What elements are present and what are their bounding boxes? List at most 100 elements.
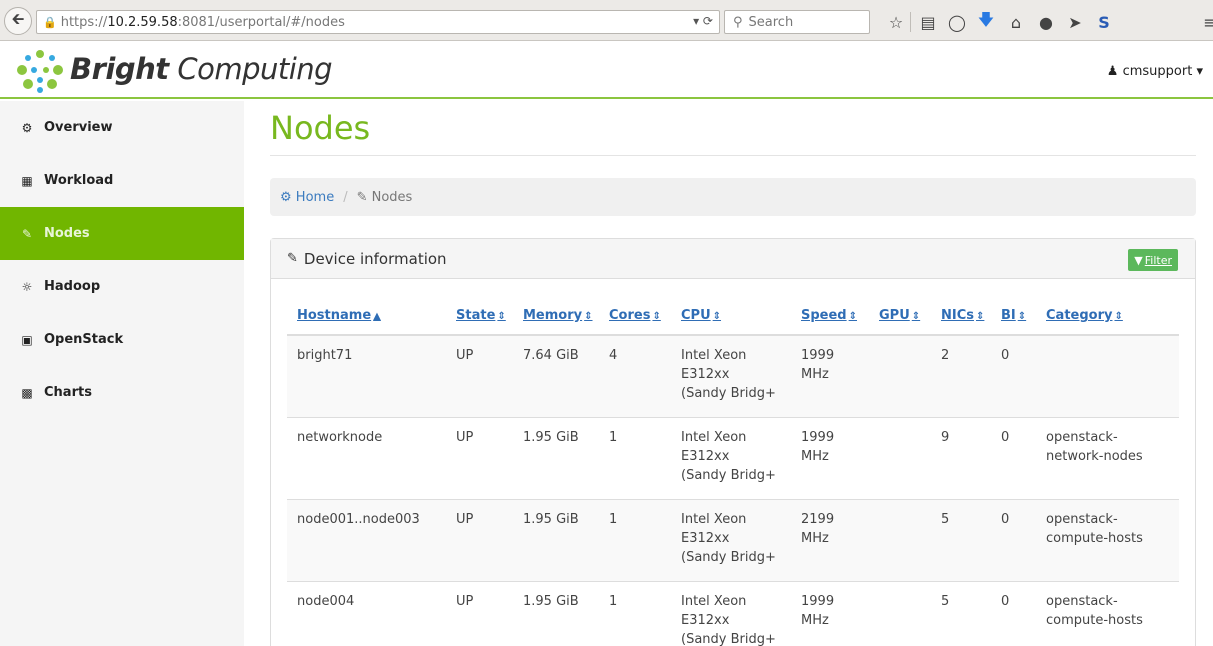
sort-icon: ⇕	[1114, 311, 1123, 322]
column-header-category[interactable]: Category ⇕	[1036, 297, 1179, 336]
table-row[interactable]: bright71 UP 7.64 GiB 4 Intel Xeon E312xx(…	[287, 334, 1179, 417]
cell-gpu	[869, 498, 931, 581]
cell-memory: 7.64 GiB	[513, 334, 599, 417]
sort-icon: ⇕	[652, 311, 661, 322]
table-row[interactable]: node001..node003 UP 1.95 GiB 1 Intel Xeo…	[287, 498, 1179, 581]
dashboard-icon: ⚙	[280, 189, 292, 205]
title-divider	[270, 155, 1196, 156]
sort-icon: ⇕	[497, 311, 506, 322]
skype-icon[interactable]: S	[1092, 10, 1116, 34]
cell-category: openstack-compute-hosts	[1036, 580, 1179, 646]
column-header-state[interactable]: State ⇕	[446, 297, 513, 336]
sidebar-item-openstack[interactable]: ▣ OpenStack	[0, 313, 244, 366]
hadoop-icon: ☼	[21, 279, 33, 294]
sidebar: ⚙ Overview ▦ Workload ✎ Nodes ☼ Hadoop ▣…	[0, 101, 244, 646]
table-row[interactable]: node004 UP 1.95 GiB 1 Intel Xeon E312xx (S…	[287, 580, 1179, 646]
filter-button[interactable]: ▼ Filter	[1128, 249, 1178, 271]
cell-memory: 1.95 GiB	[513, 416, 599, 499]
column-header-speed[interactable]: Speed ⇕	[791, 297, 869, 336]
back-button[interactable]: 🡰	[4, 7, 32, 35]
bookmark-star-icon[interactable]: ☆	[884, 10, 908, 34]
cell-category: openstack-network-nodes	[1036, 416, 1179, 499]
cell-bi: 0	[991, 334, 1036, 417]
cell-category: openstack-compute-hosts	[1036, 498, 1179, 581]
bar-chart-icon: ▩	[21, 385, 33, 400]
breadcrumb-home[interactable]: ⚙ Home	[280, 190, 334, 205]
filter-icon: ▼	[1134, 253, 1143, 267]
cell-speed: 1999 MHz	[791, 580, 869, 646]
reload-icon[interactable]: ▾ ⟳	[693, 14, 713, 28]
sidebar-item-nodes[interactable]: ✎ Nodes	[0, 207, 244, 260]
cell-nics: 2	[931, 334, 991, 417]
panel-title: Device information	[303, 249, 447, 268]
browser-toolbar: 🡰 🔒 https://10.2.59.58:8081/userportal/#…	[0, 0, 1213, 41]
cell-bi: 0	[991, 416, 1036, 499]
user-menu[interactable]: ♟ cmsupport ▾	[1107, 64, 1203, 79]
cell-bi: 0	[991, 498, 1036, 581]
lock-icon: 🔒	[43, 15, 57, 29]
column-header-cpu[interactable]: CPU ⇕	[671, 297, 791, 336]
cell-cpu: Intel Xeon E312xx (Sandy Bridg+	[671, 416, 791, 499]
sidebar-item-label: Hadoop	[44, 279, 101, 294]
search-placeholder: Search	[748, 14, 794, 30]
cell-gpu	[869, 416, 931, 499]
send-icon[interactable]: ➤	[1063, 10, 1087, 34]
edit-icon: ✎	[21, 226, 33, 241]
sidebar-item-overview[interactable]: ⚙ Overview	[0, 101, 244, 154]
sidebar-item-label: Nodes	[44, 226, 90, 241]
sidebar-item-hadoop[interactable]: ☼ Hadoop	[0, 260, 244, 313]
device-table: Hostname ▲ State ⇕ Memory ⇕ Cores ⇕ CPU ⇕ Spe…	[287, 297, 1179, 646]
url-bar[interactable]: 🔒 https://10.2.59.58:8081/userportal/#/n…	[36, 10, 720, 34]
column-header-bi[interactable]: BI ⇕	[991, 297, 1036, 336]
sidebar-item-label: OpenStack	[44, 332, 124, 347]
url-host: 10.2.59.58	[107, 14, 178, 30]
cell-hostname: bright71	[287, 334, 446, 417]
cell-cpu: Intel Xeon E312xx (Sandy Bridg+	[671, 334, 791, 417]
column-header-nics[interactable]: NICs ⇕	[931, 297, 991, 336]
cell-bi: 0	[991, 580, 1036, 646]
sort-asc-icon: ▲	[373, 311, 381, 322]
cell-cores: 4	[599, 334, 671, 417]
main-content: Nodes ⚙ Home / ✎ Nodes ✎ Device informat…	[270, 101, 1196, 646]
cell-nics: 5	[931, 580, 991, 646]
app-header: Bright Computing ♟ cmsupport ▾	[0, 42, 1213, 99]
sort-icon: ⇕	[976, 311, 985, 322]
back-arrow-icon: 🡰	[11, 8, 25, 28]
column-header-gpu[interactable]: GPU ⇕	[869, 297, 931, 336]
column-header-cores[interactable]: Cores ⇕	[599, 297, 671, 336]
sidebar-item-charts[interactable]: ▩ Charts	[0, 366, 244, 419]
reading-list-icon[interactable]: ▤	[916, 10, 940, 34]
column-header-hostname[interactable]: Hostname ▲	[287, 297, 446, 336]
menu-icon[interactable]: ≡	[1198, 10, 1213, 34]
download-icon[interactable]: 🡇	[974, 10, 998, 34]
toolbar-divider	[910, 12, 911, 32]
cell-state: UP	[446, 498, 513, 581]
cell-hostname: node001..node003	[287, 498, 446, 581]
breadcrumb-separator: /	[343, 189, 348, 205]
edit-icon: ✎	[356, 189, 368, 205]
cell-state: UP	[446, 416, 513, 499]
sort-icon: ⇕	[1017, 311, 1027, 322]
chevron-down-icon: ▾	[1196, 64, 1203, 79]
table-header-row: Hostname ▲ State ⇕ Memory ⇕ Cores ⇕ CPU ⇕ Spe…	[287, 297, 1179, 336]
page-title: Nodes	[270, 109, 371, 147]
cell-cores: 1	[599, 416, 671, 499]
sidebar-item-label: Charts	[44, 385, 92, 400]
chat-icon[interactable]: ●	[1034, 10, 1058, 34]
pocket-icon[interactable]: ◯	[945, 10, 969, 34]
sidebar-item-workload[interactable]: ▦ Workload	[0, 154, 244, 207]
home-icon[interactable]: ⌂	[1004, 10, 1028, 34]
sidebar-item-label: Overview	[44, 120, 113, 135]
cell-gpu	[869, 580, 931, 646]
table-row[interactable]: networknode UP 1.95 GiB 1 Intel Xeon E312…	[287, 416, 1179, 499]
cell-hostname: node004	[287, 580, 446, 646]
cell-category	[1036, 334, 1179, 417]
cell-cores: 1	[599, 580, 671, 646]
search-input[interactable]: ⚲ Search	[724, 10, 870, 34]
bright-logo-icon	[17, 50, 63, 93]
cell-nics: 9	[931, 416, 991, 499]
breadcrumb-current: ✎ Nodes	[356, 189, 413, 205]
column-header-memory[interactable]: Memory ⇕	[513, 297, 599, 336]
sidebar-item-label: Workload	[44, 173, 114, 188]
sort-icon: ⇕	[911, 311, 921, 322]
